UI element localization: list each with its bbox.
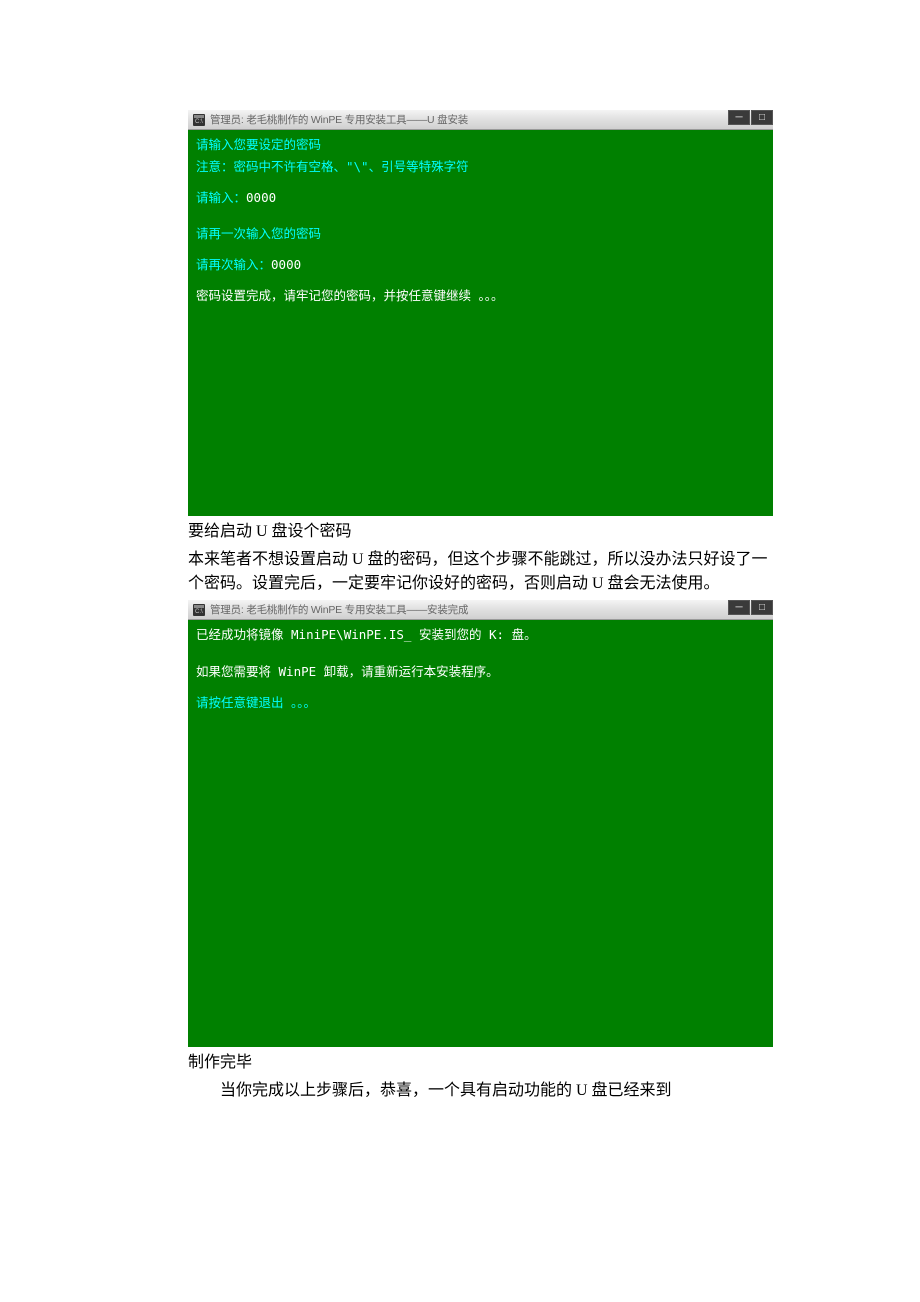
maximize-button[interactable]: □	[751, 110, 773, 125]
terminal-line: 密码设置完成，请牢记您的密码，并按任意键继续 。。。	[196, 287, 765, 306]
window-title: 管理员: 老毛桃制作的 WinPE 专用安装工具——U 盘安装	[210, 112, 468, 127]
cmd-icon: C:\	[192, 603, 206, 617]
terminal-window-complete: C:\ 管理员: 老毛桃制作的 WinPE 专用安装工具——安装完成 ─ □ 已…	[188, 600, 773, 1047]
window-title: 管理员: 老毛桃制作的 WinPE 专用安装工具——安装完成	[210, 602, 468, 617]
caption-title: 要给启动 U 盘设个密码	[188, 520, 780, 544]
minimize-button[interactable]: ─	[728, 600, 750, 615]
terminal-line: 请按任意键退出 。。。	[196, 694, 765, 713]
window-titlebar: C:\ 管理员: 老毛桃制作的 WinPE 专用安装工具——安装完成 ─ □	[188, 600, 773, 620]
terminal-body: 已经成功将镜像 MiniPE\WinPE.IS_ 安装到您的 K: 盘。 如果您…	[188, 620, 773, 721]
terminal-window-password: C:\ 管理员: 老毛桃制作的 WinPE 专用安装工具——U 盘安装 ─ □ …	[188, 110, 773, 516]
terminal-line: 已经成功将镜像 MiniPE\WinPE.IS_ 安装到您的 K: 盘。	[196, 626, 765, 645]
cmd-icon: C:\	[192, 113, 206, 127]
terminal-line: 请再一次输入您的密码	[196, 225, 765, 244]
prompt-label: 请输入：	[196, 190, 246, 205]
svg-text:C:\: C:\	[195, 609, 203, 615]
svg-text:C:\: C:\	[195, 119, 203, 125]
window-controls: ─ □	[727, 600, 773, 618]
prompt-label: 请再次输入：	[196, 257, 271, 272]
terminal-line: 请再次输入：0000	[196, 256, 765, 275]
input-value: 0000	[246, 190, 276, 205]
caption-title: 制作完毕	[188, 1051, 780, 1075]
window-controls: ─ □	[727, 110, 773, 128]
caption-body: 本来笔者不想设置启动 U 盘的密码，但这个步骤不能跳过，所以没办法只好设了一个密…	[188, 548, 780, 596]
maximize-button[interactable]: □	[751, 600, 773, 615]
terminal-line: 注意：密码中不许有空格、"\"、引号等特殊字符	[196, 158, 765, 177]
minimize-button[interactable]: ─	[728, 110, 750, 125]
terminal-line: 请输入您要设定的密码	[196, 136, 765, 155]
window-titlebar: C:\ 管理员: 老毛桃制作的 WinPE 专用安装工具——U 盘安装 ─ □	[188, 110, 773, 130]
terminal-body: 请输入您要设定的密码 注意：密码中不许有空格、"\"、引号等特殊字符 请输入：0…	[188, 130, 773, 315]
terminal-line: 请输入：0000	[196, 189, 765, 208]
input-value: 0000	[271, 257, 301, 272]
terminal-line: 如果您需要将 WinPE 卸载，请重新运行本安装程序。	[196, 663, 765, 682]
caption-body: 当你完成以上步骤后，恭喜，一个具有启动功能的 U 盘已经来到	[188, 1079, 780, 1103]
